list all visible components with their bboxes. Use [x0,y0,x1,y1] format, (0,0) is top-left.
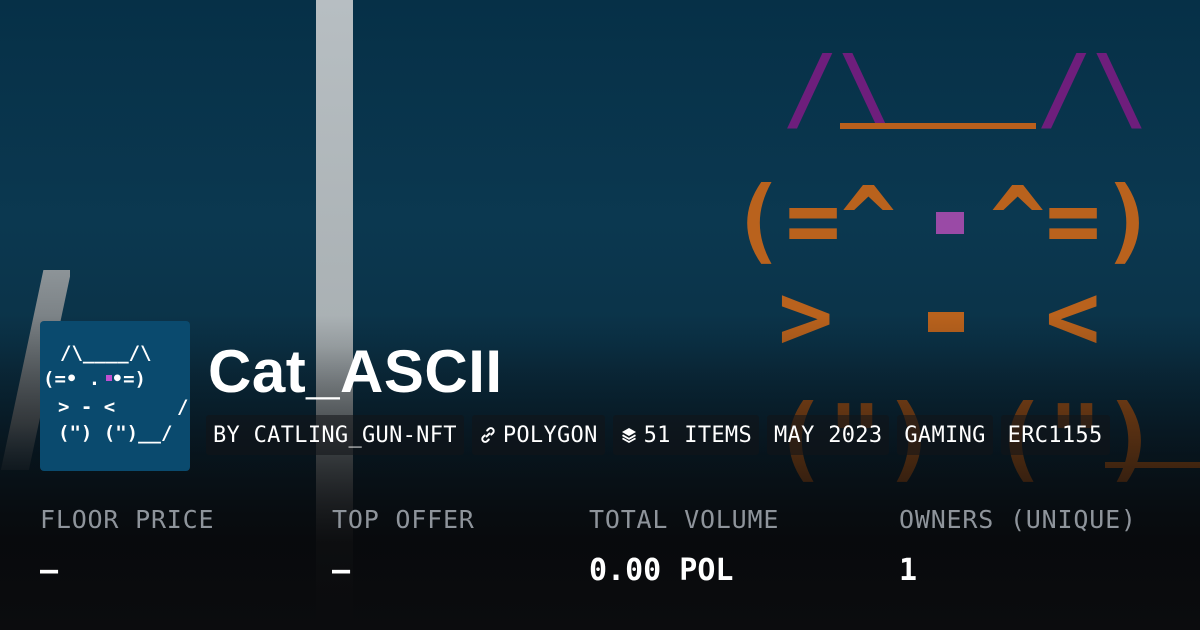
layers-icon [620,426,638,444]
items-chip-label: 51 ITEMS [643,422,753,448]
avatar-nose-dot [106,375,112,381]
stat-total-volume: TOTAL VOLUME 0.00 POL [589,500,779,591]
collection-stats: FLOOR PRICE – TOP OFFER – TOTAL VOLUME 0… [0,500,1200,630]
category-chip[interactable]: GAMING [897,415,993,455]
collection-chips: BY CATLING_GUN-NFT POLYGON 51 ITEMS MAY … [206,415,1110,455]
chain-chip[interactable]: POLYGON [471,415,605,455]
stat-owners: OWNERS (UNIQUE) 1 [899,500,1137,591]
avatar-tail: / [177,396,188,418]
chain-chip-label: POLYGON [502,422,598,448]
stat-top-offer: TOP OFFER – [332,500,475,591]
avatar-line-ears: /\____/\ [60,342,152,364]
collection-avatar: /\____/\ (=• . •=) > - < (") (")__/ / [40,321,190,471]
og-card: /\ /\ (=^ ^=) > < (") (") /\____/\ (=• .… [0,0,1200,630]
stat-total-volume-value: 0.00 POL [589,553,734,588]
token-standard-chip: ERC1155 [1000,415,1110,455]
stat-top-offer-value: – [332,553,351,588]
avatar-line-paws: (") (")__/ [58,422,172,444]
avatar-line-mouth: > - < [58,396,115,418]
token-standard-chip-label: ERC1155 [1007,422,1103,448]
stat-total-volume-label: TOTAL VOLUME [589,505,780,534]
collection-title: Cat_ASCII [208,338,503,405]
creator-chip-label: BY CATLING_GUN-NFT [213,422,457,448]
link-icon [479,426,497,444]
created-date-chip: MAY 2023 [767,415,890,455]
items-chip[interactable]: 51 ITEMS [612,415,760,455]
stat-floor-price-label: FLOOR PRICE [40,505,215,534]
stat-floor-price-value: – [40,553,59,588]
avatar-line-face: (=• . •=) [43,368,146,390]
category-chip-label: GAMING [904,422,986,448]
stat-owners-label: OWNERS (UNIQUE) [899,505,1137,534]
stat-owners-value: 1 [899,553,918,588]
creator-chip[interactable]: BY CATLING_GUN-NFT [206,415,464,455]
stat-top-offer-label: TOP OFFER [332,505,475,534]
created-date-chip-label: MAY 2023 [774,422,883,448]
stat-floor-price: FLOOR PRICE – [40,500,214,591]
